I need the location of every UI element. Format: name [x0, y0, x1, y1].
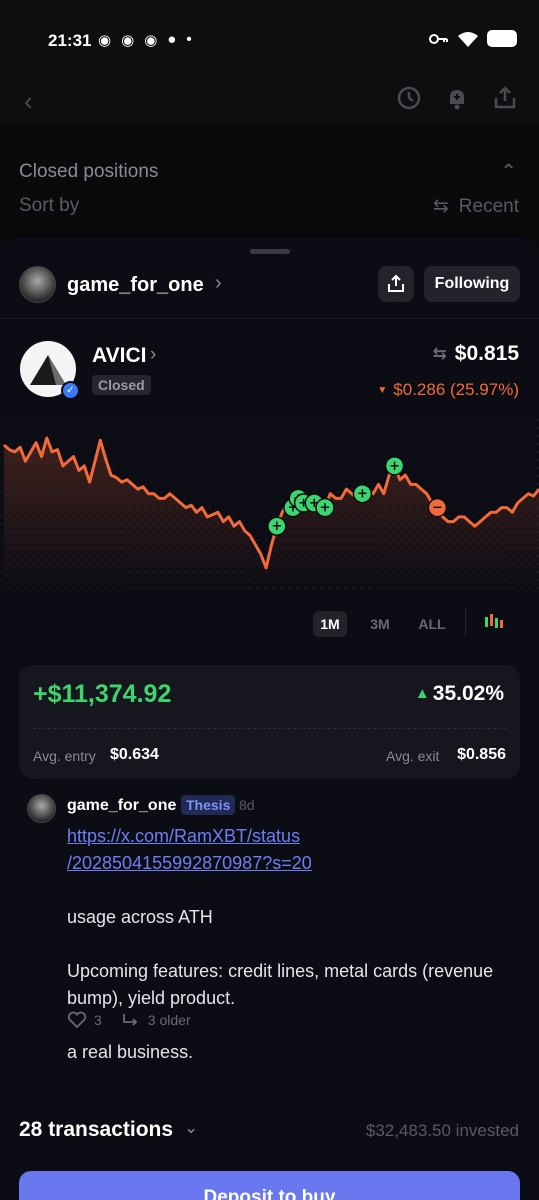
- buy-marker-symbol: +: [389, 459, 400, 474]
- swap-icon: ⇆: [432, 344, 447, 363]
- sheet-handle[interactable]: [250, 249, 290, 254]
- sort-selector[interactable]: ⇆ Recent: [433, 195, 519, 218]
- avg-entry-label: Avg. entry: [33, 748, 96, 764]
- pnl-card: +$11,374.92 ▲ 35.02% Avg. entry $0.634 Av…: [19, 665, 520, 779]
- clock: 21:31: [48, 31, 92, 50]
- status-bar: 21:31 ◉ ◉ ◉ ● •: [0, 0, 539, 80]
- post-age: 8d: [239, 797, 255, 813]
- divider: [465, 608, 466, 636]
- tab-1m[interactable]: 1M: [313, 611, 347, 637]
- token-price[interactable]: ⇆ $0.815: [433, 342, 519, 366]
- history-icon[interactable]: [395, 84, 423, 112]
- following-button[interactable]: Following: [424, 266, 520, 302]
- transactions-row[interactable]: 28 transactions ⌄ $32,483.50 invested: [0, 1118, 539, 1148]
- invested-total: $32,483.50 invested: [365, 1121, 519, 1140]
- tab-all[interactable]: ALL: [412, 611, 452, 637]
- like-count: 3: [94, 1012, 102, 1028]
- sell-marker-symbol: −: [432, 501, 443, 516]
- repost-icon[interactable]: [121, 1012, 141, 1028]
- bell-icon[interactable]: [443, 84, 471, 112]
- price-change-value: $0.286 (25.97%): [393, 380, 519, 399]
- post-actions: 3 3 older: [67, 1011, 191, 1029]
- post-link-line1: https://x.com/RamXBT/status: [67, 826, 301, 846]
- wifi-icon: [458, 31, 478, 47]
- discord-icon: ◉: [121, 32, 135, 49]
- share-icon[interactable]: [491, 84, 519, 112]
- buy-marker-symbol: +: [271, 519, 282, 534]
- discord-icon: ◉: [98, 32, 112, 49]
- timeframe-selector: 1M 3M ALL: [0, 608, 539, 638]
- status-badge: Closed: [92, 375, 151, 395]
- more-dot: •: [186, 31, 192, 48]
- deposit-button[interactable]: Deposit to buy: [19, 1171, 520, 1200]
- price-value: $0.815: [454, 342, 519, 365]
- app-icon: ●: [167, 31, 177, 48]
- avg-exit-value: $0.856: [457, 746, 506, 763]
- sort-by-label: Sort by: [19, 195, 80, 216]
- older-posts-link[interactable]: 3 older: [148, 1012, 191, 1028]
- post-paragraph: usage across ATH: [67, 907, 213, 927]
- avg-exit-label: Avg. exit: [386, 748, 440, 764]
- pnl-value: +$11,374.92: [33, 680, 172, 708]
- post-link-line2: /2028504155992870987?s=20: [67, 853, 312, 873]
- price-chart[interactable]: ++++++++−: [0, 418, 539, 593]
- post-body: https://x.com/RamXBT/status/202850415599…: [67, 823, 507, 1066]
- divider: [0, 318, 539, 319]
- pnl-percent-value: 35.02%: [432, 682, 504, 705]
- key-icon: [429, 33, 448, 44]
- chevron-up-icon[interactable]: ⌃: [500, 159, 517, 184]
- down-triangle-icon: ▼: [377, 385, 388, 396]
- up-triangle-icon: ▲: [414, 685, 430, 702]
- avatar[interactable]: [19, 266, 56, 303]
- profile-row: game_for_one › Following: [19, 266, 520, 306]
- avg-entry-value: $0.634: [110, 746, 159, 763]
- battery-icon: [487, 30, 517, 47]
- post-paragraph: a real business.: [67, 1042, 194, 1062]
- transactions-count[interactable]: 28 transactions: [19, 1118, 173, 1142]
- swap-icon: ⇆: [432, 196, 449, 217]
- verified-icon: ✓: [61, 381, 80, 400]
- status-icons: [429, 30, 517, 47]
- chevron-down-icon[interactable]: ⌄: [184, 1118, 198, 1138]
- avatar[interactable]: [27, 794, 56, 823]
- chevron-right-icon[interactable]: ›: [215, 272, 222, 295]
- notification-icons: ◉ ◉ ◉ ● •: [98, 31, 192, 49]
- buy-marker-symbol: +: [357, 487, 368, 502]
- buy-marker-symbol: +: [320, 501, 331, 516]
- divider: [33, 728, 506, 729]
- chevron-right-icon[interactable]: ›: [150, 344, 156, 366]
- token-name[interactable]: AVICI: [92, 344, 146, 368]
- discord-icon: ◉: [144, 32, 158, 49]
- tab-3m[interactable]: 3M: [363, 611, 397, 637]
- post-author[interactable]: game_for_one: [67, 797, 176, 815]
- position-sheet: game_for_one › Following ✓ AVICI › Close…: [0, 238, 539, 1200]
- post-paragraph: Upcoming features: credit lines, metal c…: [67, 961, 494, 1008]
- thesis-post: game_for_one Thesis 8d https://x.com/Ram…: [0, 793, 539, 1098]
- closed-positions-title: Closed positions: [19, 161, 159, 182]
- post-link[interactable]: https://x.com/RamXBT/status/202850415599…: [67, 823, 507, 877]
- heart-icon[interactable]: [67, 1011, 87, 1029]
- back-icon[interactable]: ‹: [24, 86, 33, 117]
- share-icon: [388, 274, 404, 292]
- candlestick-icon[interactable]: [484, 612, 504, 632]
- sort-value: Recent: [458, 195, 519, 217]
- closed-positions-section: Closed positions ⌃ Sort by ⇆ Recent: [0, 125, 539, 245]
- profile-name[interactable]: game_for_one: [67, 274, 204, 297]
- pnl-percent: ▲ 35.02%: [415, 682, 504, 706]
- share-button[interactable]: [378, 266, 414, 302]
- price-change: ▼ $0.286 (25.97%): [377, 380, 519, 400]
- thesis-badge: Thesis: [181, 795, 236, 815]
